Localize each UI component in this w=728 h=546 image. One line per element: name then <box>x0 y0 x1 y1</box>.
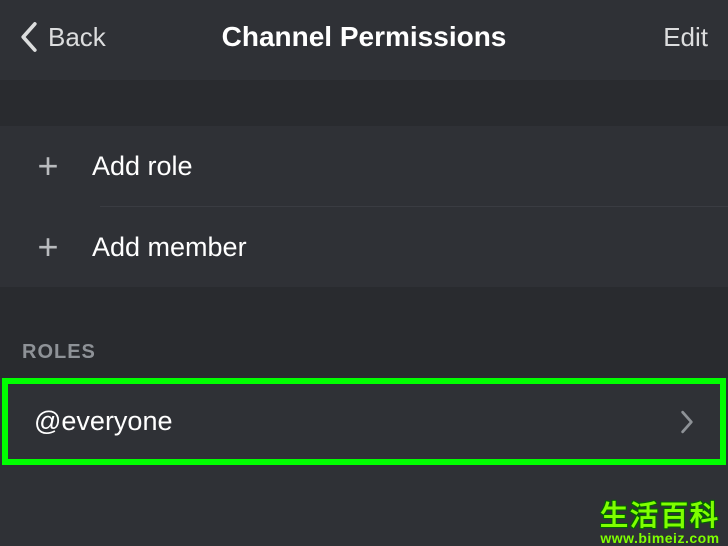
back-label: Back <box>48 22 106 53</box>
watermark-text: 生活百科 <box>600 494 720 534</box>
add-role-button[interactable]: + Add role <box>0 126 728 206</box>
add-member-label: Add member <box>92 232 247 263</box>
header: Back Channel Permissions Edit <box>0 0 728 80</box>
watermark-url: www.bimeiz.com <box>600 530 720 546</box>
role-everyone[interactable]: @everyone <box>8 384 720 459</box>
action-list: + Add role + Add member <box>0 126 728 287</box>
back-button[interactable]: Back <box>20 21 106 53</box>
spacer <box>0 80 728 126</box>
chevron-right-icon <box>680 410 694 434</box>
spacer <box>0 287 728 341</box>
page-title: Channel Permissions <box>222 21 507 53</box>
add-member-button[interactable]: + Add member <box>0 207 728 287</box>
add-role-label: Add role <box>92 151 193 182</box>
watermark: 生活百科 www.bimeiz.com <box>600 494 720 546</box>
plus-icon: + <box>36 229 60 265</box>
role-name: @everyone <box>34 406 172 437</box>
plus-icon: + <box>36 148 60 184</box>
highlight-box: @everyone <box>2 378 726 465</box>
edit-button[interactable]: Edit <box>663 22 708 53</box>
chevron-left-icon <box>20 21 38 53</box>
roles-section-header: ROLES <box>0 341 728 378</box>
